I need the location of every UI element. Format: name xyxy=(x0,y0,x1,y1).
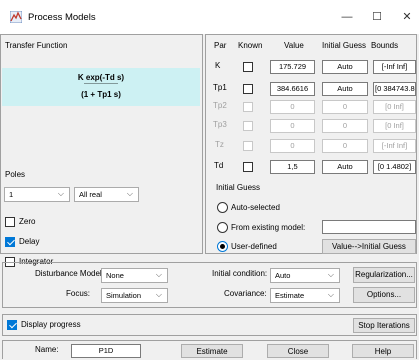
known-checkbox-k[interactable] xyxy=(243,62,253,72)
zero-checkbox[interactable] xyxy=(5,217,15,227)
bounds-field-td[interactable]: [0 1.4802] xyxy=(373,160,416,174)
guess-field-tp3[interactable]: 0 xyxy=(322,119,368,133)
focus-select[interactable]: Simulation ⌵ xyxy=(101,288,168,303)
model-name-input[interactable]: P1D xyxy=(71,344,141,358)
poles-count-select[interactable]: 1 ⌵ xyxy=(4,187,70,202)
poles-count-value: 1 xyxy=(9,190,14,199)
window-title: Process Models xyxy=(28,12,96,23)
maximize-button[interactable]: ☐ xyxy=(362,8,392,26)
delay-checkbox[interactable] xyxy=(5,237,15,247)
header-known: Known xyxy=(238,41,263,50)
tf-separator: ----------------- xyxy=(84,81,118,87)
value-field-tz[interactable]: 0 xyxy=(270,139,315,153)
estimate-button[interactable]: Estimate xyxy=(181,344,243,358)
bounds-field-tz[interactable]: [-Inf Inf] xyxy=(373,139,416,153)
disturbance-model-label: Disturbance Model: xyxy=(35,269,104,278)
from-existing-model-radio[interactable] xyxy=(217,222,228,233)
covariance-select[interactable]: Estimate ⌵ xyxy=(270,288,340,303)
focus-label: Focus: xyxy=(66,289,91,298)
value-field-tp1[interactable]: 384.6616 xyxy=(270,82,315,96)
initial-condition-label: Initial condition: xyxy=(212,269,268,278)
initial-guess-label: Initial Guess xyxy=(216,183,261,192)
name-label: Name: xyxy=(35,345,59,354)
header-value: Value xyxy=(284,41,304,50)
known-checkbox-tp2[interactable] xyxy=(243,102,253,112)
tf-denominator: (1 + Tp1 s) xyxy=(81,90,121,99)
initial-condition-select[interactable]: Auto ⌵ xyxy=(270,268,340,283)
chevron-down-icon: ⌵ xyxy=(327,290,334,299)
known-checkbox-td[interactable] xyxy=(243,162,253,172)
disturbance-model-value: None xyxy=(106,271,124,280)
poles-label: Poles xyxy=(5,170,26,179)
guess-field-tz[interactable]: 0 xyxy=(322,139,368,153)
guess-field-tp2[interactable]: 0 xyxy=(322,100,368,114)
zero-label: Zero xyxy=(19,217,36,226)
options-button[interactable]: Options... xyxy=(353,287,415,303)
param-name-td: Td xyxy=(214,161,224,170)
regularization-button[interactable]: Regularization... xyxy=(353,267,415,283)
known-checkbox-tp3[interactable] xyxy=(243,121,253,131)
display-progress-checkbox[interactable] xyxy=(7,320,17,330)
covariance-value: Estimate xyxy=(275,291,305,300)
guess-field-td[interactable]: Auto xyxy=(322,160,368,174)
stop-iterations-button[interactable]: Stop Iterations xyxy=(353,318,415,333)
known-checkbox-tp1[interactable] xyxy=(243,84,253,94)
bounds-field-tp1[interactable]: [0 384743.80 xyxy=(373,82,416,96)
help-button[interactable]: Help xyxy=(352,344,414,358)
header-bounds: Bounds xyxy=(371,41,399,50)
covariance-label: Covariance: xyxy=(224,289,267,298)
user-defined-label: User-defined xyxy=(231,242,277,251)
value-to-initial-guess-button[interactable]: Value-->Initial Guess xyxy=(322,239,416,254)
poles-type-select[interactable]: All real ⌵ xyxy=(74,187,139,202)
display-progress-label: Display progress xyxy=(21,320,81,329)
delay-label: Delay xyxy=(19,237,40,246)
chevron-down-icon: ⌵ xyxy=(155,270,162,279)
app-icon xyxy=(10,11,22,23)
param-name-tp1: Tp1 xyxy=(213,83,227,92)
header-initial-guess: Initial Guess xyxy=(322,41,367,50)
value-field-tp2[interactable]: 0 xyxy=(270,100,315,114)
auto-selected-radio[interactable] xyxy=(217,202,228,213)
guess-field-tp1[interactable]: Auto xyxy=(322,82,368,96)
existing-model-input[interactable] xyxy=(322,220,416,234)
initial-condition-value: Auto xyxy=(275,271,291,280)
param-name-tz: Tz xyxy=(215,140,224,149)
chevron-down-icon: ⌵ xyxy=(327,270,334,279)
bounds-field-k[interactable]: [-Inf Inf] xyxy=(373,60,416,74)
value-field-tp3[interactable]: 0 xyxy=(270,119,315,133)
guess-field-k[interactable]: Auto xyxy=(322,60,368,74)
auto-selected-label: Auto-selected xyxy=(231,203,280,212)
close-window-button[interactable]: ✕ xyxy=(392,8,419,26)
bounds-field-tp3[interactable]: [0 Inf] xyxy=(373,119,416,133)
focus-value: Simulation xyxy=(106,291,142,300)
value-field-k[interactable]: 175.729 xyxy=(270,60,315,74)
param-name-tp3: Tp3 xyxy=(213,120,227,129)
chevron-down-icon: ⌵ xyxy=(126,189,133,198)
bounds-field-tp2[interactable]: [0 Inf] xyxy=(373,100,416,114)
disturbance-model-select[interactable]: None ⌵ xyxy=(101,268,168,283)
header-par: Par xyxy=(214,41,227,50)
transfer-function-label: Transfer Function xyxy=(5,41,68,50)
param-name-k: K xyxy=(215,61,221,70)
known-checkbox-tz[interactable] xyxy=(243,141,253,151)
param-name-tp2: Tp2 xyxy=(213,101,227,110)
value-field-td[interactable]: 1,5 xyxy=(270,160,315,174)
poles-type-value: All real xyxy=(79,190,102,199)
close-button[interactable]: Close xyxy=(267,344,329,358)
user-defined-radio[interactable] xyxy=(217,241,228,252)
minimize-button[interactable]: — xyxy=(332,8,362,26)
transfer-function-display: K exp(-Td s) ----------------- (1 + Tp1 … xyxy=(2,68,200,106)
chevron-down-icon: ⌵ xyxy=(155,290,162,299)
from-existing-model-label: From existing model: xyxy=(231,223,306,232)
chevron-down-icon: ⌵ xyxy=(57,189,64,198)
